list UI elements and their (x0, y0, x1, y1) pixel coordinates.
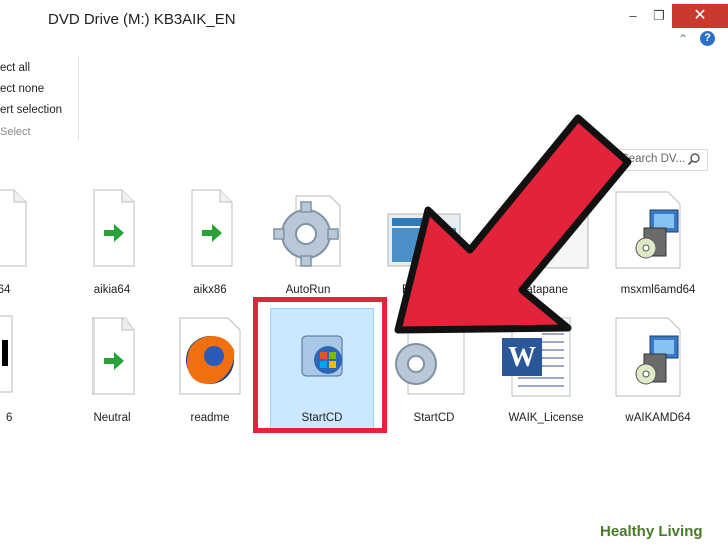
file-label: readme (190, 412, 230, 424)
file-label: msxml6amd64 (620, 284, 696, 296)
file-label: aikx86 (193, 284, 227, 296)
file-label: StartCD (413, 412, 455, 424)
file-item[interactable]: aikx86 (162, 186, 258, 306)
file-item[interactable]: 6 (0, 314, 48, 434)
ribbon: ect all ect none ert selection Select (0, 52, 728, 145)
document-arrow-icon (64, 314, 160, 398)
watermark-logo: Healthy Living (594, 521, 709, 542)
maximize-button[interactable]: ❐ (648, 4, 670, 28)
file-label: Neutral (93, 412, 131, 424)
document-arrow-icon (0, 186, 52, 270)
file-item[interactable]: StartCD (386, 314, 482, 434)
file-item[interactable]: readme (162, 314, 258, 434)
document-icon (0, 314, 48, 398)
document-icon (496, 186, 592, 270)
image-thumbnail-icon (376, 186, 472, 270)
file-item[interactable]: Neutral (64, 314, 160, 434)
select-all-button[interactable]: ect all (0, 62, 30, 74)
window-title: DVD Drive (M:) KB3AIK_EN (48, 11, 236, 28)
search-placeholder: Search DV... (621, 153, 686, 165)
search-icon[interactable] (687, 152, 701, 171)
file-item[interactable]: 64 (0, 186, 52, 306)
file-item[interactable]: aikia64 (64, 186, 160, 306)
close-button[interactable]: ✕ (672, 4, 728, 28)
file-item[interactable]: msxml6amd64 (610, 186, 706, 306)
ribbon-toolbar: ⌃ ? (0, 31, 728, 52)
file-label: datapane (520, 284, 568, 296)
file-label: aikia64 (93, 284, 131, 296)
collapse-ribbon-icon[interactable]: ⌃ (678, 32, 688, 46)
gear-settings-icon (386, 314, 482, 398)
file-label: 64 (0, 284, 11, 296)
word-document-icon: W (498, 314, 594, 398)
file-item[interactable]: AutoRun (260, 186, 356, 306)
installer-package-icon (610, 314, 706, 398)
minimize-button[interactable]: – (622, 4, 644, 28)
file-item[interactable]: Ba (376, 186, 472, 306)
file-label: WAIK_License (508, 412, 584, 424)
select-none-button[interactable]: ect none (0, 83, 44, 95)
highlight-box (253, 297, 387, 433)
file-item[interactable]: wAIKAMD64 (610, 314, 706, 434)
installer-package-icon (610, 186, 706, 270)
file-label: AutoRun (285, 284, 331, 296)
ribbon-divider (78, 56, 79, 140)
title-bar: DVD Drive (M:) KB3AIK_EN – ❐ ✕ (0, 0, 728, 32)
invert-selection-button[interactable]: ert selection (0, 104, 62, 116)
file-item[interactable]: datapane (496, 186, 592, 306)
help-icon[interactable]: ? (700, 31, 715, 46)
gear-settings-icon (260, 186, 356, 270)
document-arrow-icon (162, 186, 258, 270)
address-bar: Search DV... (0, 144, 728, 177)
select-group-label: Select (0, 126, 31, 138)
document-arrow-icon (64, 186, 160, 270)
file-item[interactable]: W WAIK_License (498, 314, 594, 434)
firefox-icon (162, 314, 258, 398)
search-input[interactable]: Search DV... (614, 149, 708, 171)
svg-text:W: W (508, 342, 536, 373)
file-label: Ba (402, 284, 417, 296)
file-label: wAIKAMD64 (625, 412, 691, 424)
